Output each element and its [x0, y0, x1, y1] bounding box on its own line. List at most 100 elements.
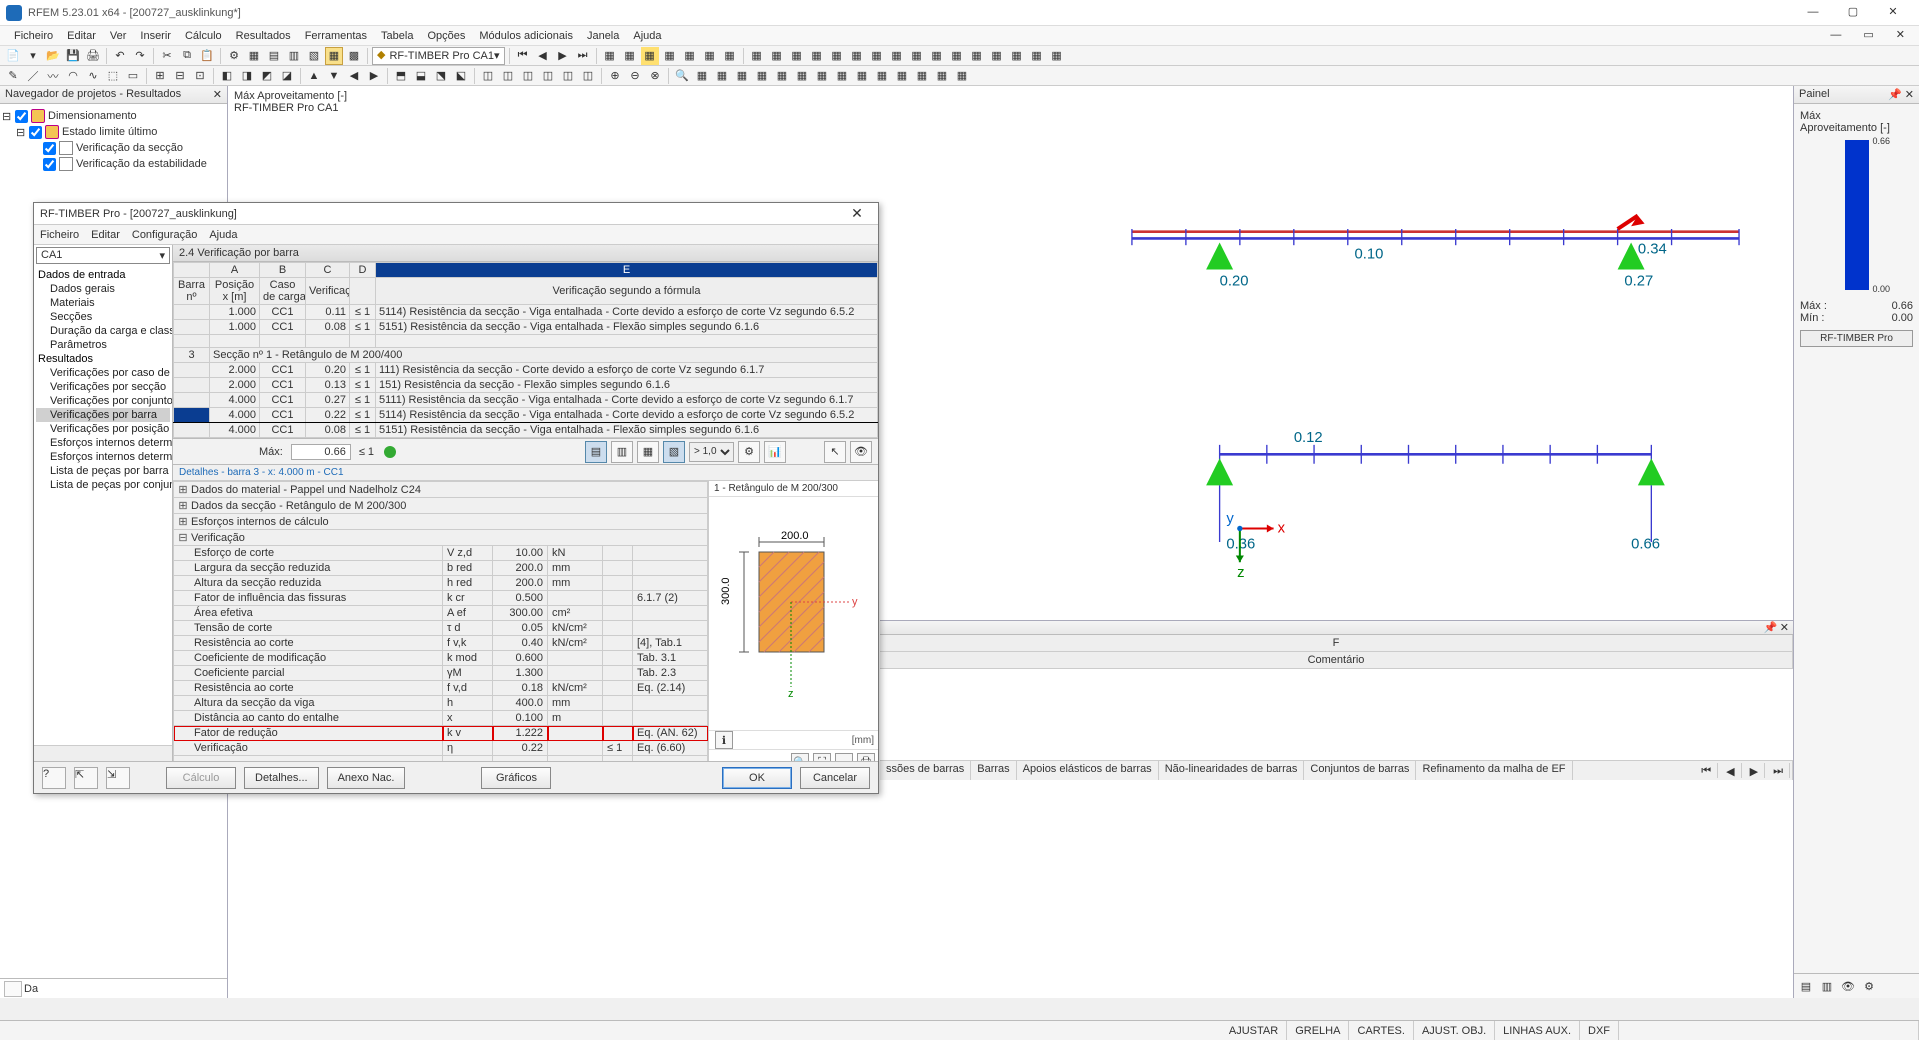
table-tab[interactable]: Apoios elásticos de barras — [1017, 761, 1159, 780]
dialog-nav-hscroll[interactable] — [34, 745, 172, 761]
tool-icon[interactable]: ▥ — [285, 47, 303, 65]
tool-icon[interactable]: ⊞ — [151, 67, 169, 85]
panel-close-icon[interactable]: ✕ — [1905, 89, 1914, 101]
zoom-icon[interactable]: 🔍 — [673, 67, 691, 85]
dialog-nav-item[interactable]: Lista de peças por conjunto de l — [36, 478, 170, 492]
table-tab[interactable]: Conjuntos de barras — [1304, 761, 1416, 780]
tool-icon[interactable]: ▦ — [888, 47, 906, 65]
nav-last-icon[interactable]: ⏭ — [574, 47, 592, 65]
tool-icon[interactable]: ▦ — [641, 47, 659, 65]
verification-grid[interactable]: ABCDEBarranºPosiçãox [m]Casode cargaVeri… — [173, 262, 878, 439]
tool-icon[interactable]: ▦ — [873, 67, 891, 85]
bottom-table[interactable]: 📌 ✕ F Comentário ssões de barras Barras … — [880, 620, 1793, 780]
tool-icon[interactable]: ▦ — [753, 67, 771, 85]
tool-icon[interactable]: ▦ — [721, 47, 739, 65]
tool-icon[interactable]: ▦ — [713, 67, 731, 85]
tool-icon[interactable]: ▦ — [245, 47, 263, 65]
tool-icon[interactable]: ▼ — [325, 67, 343, 85]
menu-addons[interactable]: Módulos adicionais — [473, 28, 579, 44]
panel-tab-icon[interactable]: ▥ — [1818, 977, 1836, 995]
module-combo[interactable]: ◆RF-TIMBER Pro CA1▾ — [372, 47, 505, 65]
export-icon[interactable]: ⇱ — [74, 767, 98, 789]
spline-icon[interactable]: ∿ — [84, 67, 102, 85]
draw-icon[interactable]: ✎ — [4, 67, 22, 85]
tool-icon[interactable]: ▲ — [305, 67, 323, 85]
details-row[interactable]: Fator de reduçãok v1.222Eq. (AN. 62) — [174, 726, 708, 741]
menu-tools[interactable]: Ferramentas — [299, 28, 373, 44]
copy-icon[interactable]: ⧉ — [178, 47, 196, 65]
grid-row[interactable]: 4.000CC10.22≤ 15114) Resistência da secç… — [174, 408, 878, 423]
cube-icon[interactable]: ◫ — [559, 67, 577, 85]
details-button[interactable]: Detalhes... — [244, 767, 319, 789]
calc-button[interactable]: Cálculo — [166, 767, 236, 789]
fit-icon[interactable]: ⛶ — [813, 753, 831, 761]
tool-icon[interactable]: ▦ — [1028, 47, 1046, 65]
annex-button[interactable]: Anexo Nac. — [327, 767, 406, 789]
tool-icon[interactable]: ▦ — [968, 47, 986, 65]
tool-icon[interactable]: ▦ — [893, 67, 911, 85]
grid-row[interactable]: 2.000CC10.13≤ 1151) Resistência da secçã… — [174, 378, 878, 393]
tool-icon[interactable]: ▦ — [933, 67, 951, 85]
tool-icon[interactable]: ▦ — [813, 67, 831, 85]
cube-icon[interactable]: ◫ — [519, 67, 537, 85]
nav-tab-icon[interactable] — [4, 981, 22, 997]
graphics-button[interactable]: Gráficos — [481, 767, 551, 789]
nav-first-icon[interactable]: ⏮ — [514, 47, 532, 65]
tool-icon[interactable]: ▦ — [828, 47, 846, 65]
dialog-nav-item[interactable]: Resultados — [36, 352, 170, 366]
tabs-nav-last-icon[interactable]: ⏭ — [1767, 763, 1790, 778]
redo-icon[interactable]: ↷ — [131, 47, 149, 65]
dialog-close-icon[interactable]: ✕ — [842, 205, 872, 222]
grid-row[interactable]: 4.000CC10.27≤ 15111) Resistência da secç… — [174, 393, 878, 408]
print-icon[interactable]: 🖨 — [857, 753, 875, 761]
details-row[interactable]: ⊞ Esforços internos de cálculo — [174, 514, 708, 530]
details-row[interactable]: Verificaçãoη0.22≤ 1Eq. (6.60) — [174, 741, 708, 756]
tool-icon[interactable]: ▦ — [988, 47, 1006, 65]
cube-icon[interactable]: ◫ — [499, 67, 517, 85]
tool-icon[interactable]: ▦ — [601, 47, 619, 65]
details-row[interactable]: Esforço de corteV z,d10.00kN — [174, 546, 708, 561]
details-row[interactable]: Fator de influência das fissurask cr0.50… — [174, 591, 708, 606]
tool-icon[interactable]: ▦ — [788, 47, 806, 65]
chart-icon[interactable]: 📊 — [764, 441, 786, 463]
tool-icon[interactable]: ▦ — [693, 67, 711, 85]
mdi-min-icon[interactable]: — — [1824, 28, 1847, 43]
menu-help[interactable]: Ajuda — [627, 28, 667, 44]
tool-icon[interactable]: ▦ — [1008, 47, 1026, 65]
tree-item[interactable]: Verificação da secção — [2, 140, 225, 156]
module-button[interactable]: RF-TIMBER Pro — [1800, 330, 1913, 347]
arc-icon[interactable]: ◠ — [64, 67, 82, 85]
dialog-nav-item[interactable]: Verificações por posição x — [36, 422, 170, 436]
details-row[interactable]: Altura da secção da vigah400.0mm — [174, 696, 708, 711]
tree-checkbox[interactable] — [43, 142, 56, 155]
tool-icon[interactable]: ▦ — [748, 47, 766, 65]
tool-icon[interactable]: ▦ — [1048, 47, 1066, 65]
details-row[interactable]: ⊞ Dados do material - Pappel und Nadelho… — [174, 482, 708, 498]
tree-item[interactable]: Verificação da estabilidade — [2, 156, 225, 172]
tool-icon[interactable]: ⊕ — [606, 67, 624, 85]
tree-item[interactable]: ⊟Estado limite último — [2, 124, 225, 140]
tool-icon[interactable]: ▦ — [621, 47, 639, 65]
tool-icon[interactable]: ▦ — [768, 47, 786, 65]
grid-row[interactable]: 1.000CC10.11≤ 15114) Resistência da secç… — [174, 305, 878, 320]
cube-icon[interactable]: ◫ — [539, 67, 557, 85]
tool-icon[interactable]: ⬓ — [412, 67, 430, 85]
tree-checkbox[interactable] — [15, 110, 28, 123]
tool-icon[interactable]: ▦ — [853, 67, 871, 85]
dialog-nav-item[interactable]: Secções — [36, 310, 170, 324]
tool-icon[interactable]: ⬚ — [104, 67, 122, 85]
filter-icon[interactable]: ▦ — [637, 441, 659, 463]
ok-button[interactable]: OK — [722, 767, 792, 789]
table-tabs[interactable]: ssões de barras Barras Apoios elásticos … — [880, 760, 1793, 780]
dropdown-icon[interactable]: ▾ — [24, 47, 42, 65]
paste-icon[interactable]: 📋 — [198, 47, 216, 65]
details-row[interactable]: Coeficiente parcialγM1.300Tab. 2.3 — [174, 666, 708, 681]
tool-icon[interactable]: ▦ — [928, 47, 946, 65]
tree-checkbox[interactable] — [43, 158, 56, 171]
details-row[interactable]: Resistência ao cortef v,k0.40kN/cm²[4], … — [174, 636, 708, 651]
tool-icon[interactable]: ▦ — [325, 47, 343, 65]
grid-row[interactable]: 2.000CC10.20≤ 1111) Resistência da secçã… — [174, 363, 878, 378]
tool-icon[interactable]: ⚙ — [225, 47, 243, 65]
dialog-nav-item[interactable]: Duração da carga e classe de u — [36, 324, 170, 338]
tool-icon[interactable]: ▦ — [913, 67, 931, 85]
